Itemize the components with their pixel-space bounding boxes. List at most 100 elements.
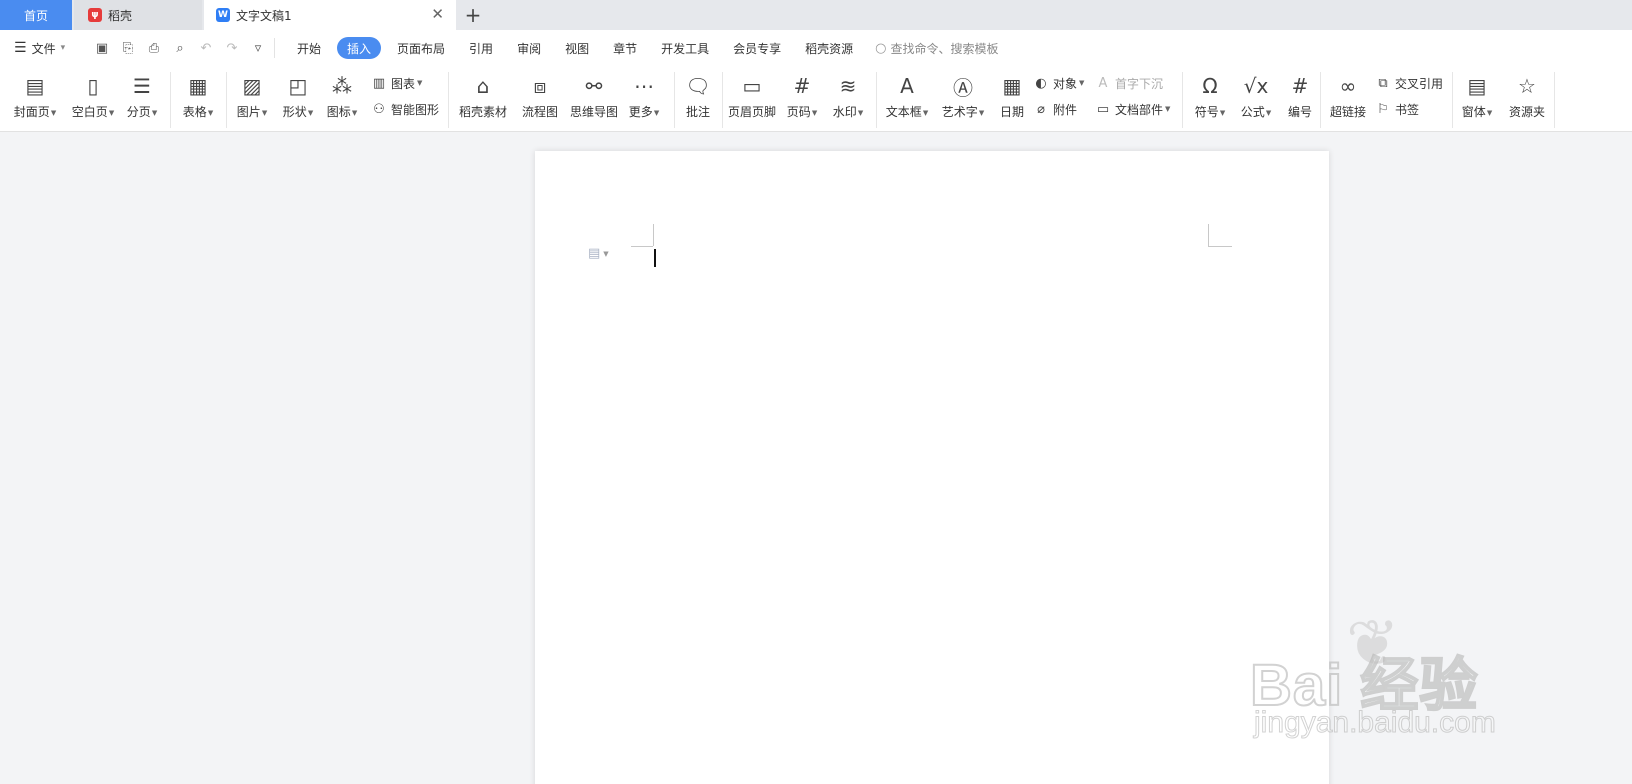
header-footer-button[interactable]: ▭ 页眉页脚: [726, 66, 778, 132]
cover-page-button[interactable]: ▤ 封面页▼: [10, 66, 60, 132]
command-search[interactable]: ○ 查找命令、搜索模板: [875, 40, 998, 57]
menu-item-developer[interactable]: 开发工具: [649, 37, 721, 59]
hamburger-icon: ☰: [14, 40, 27, 56]
page-break-button[interactable]: ☰ 分页▼: [124, 66, 160, 132]
bookmark-label: 书签: [1395, 102, 1420, 117]
document-page[interactable]: ▤ ▼: [535, 151, 1329, 784]
attachment-label: 附件: [1053, 102, 1078, 117]
drop-cap-label: 首字下沉: [1115, 76, 1164, 91]
numbering-button[interactable]: # 编号: [1280, 66, 1320, 132]
mind-map-label: 思维导图: [569, 105, 618, 119]
paragraph-menu-button[interactable]: ▤ ▼: [588, 246, 609, 261]
word-art-label: 艺术字: [941, 105, 978, 119]
blank-page-label: 空白页: [71, 105, 108, 119]
link-icon: ∞: [1339, 74, 1357, 98]
tab-daoke[interactable]: ψ 稻壳: [74, 0, 202, 30]
daoke-material-label: 稻壳素材: [458, 105, 507, 119]
cross-ref-label: 交叉引用: [1395, 76, 1444, 91]
redo-icon[interactable]: ↷: [224, 40, 240, 56]
table-button[interactable]: ▦ 表格▼: [178, 66, 218, 132]
chevron-down-icon: ▾: [60, 43, 66, 53]
writer-logo-icon: W: [216, 8, 230, 22]
icons-button[interactable]: ⁂ 图标▼: [322, 66, 362, 132]
formula-button[interactable]: √x 公式▼: [1236, 66, 1276, 132]
close-icon[interactable]: ✕: [431, 7, 444, 22]
save-icon[interactable]: ▣: [94, 40, 110, 56]
export-pdf-icon[interactable]: ⎘: [120, 40, 136, 56]
tab-home[interactable]: 首页: [0, 0, 72, 30]
drop-cap-icon: A: [1098, 75, 1108, 91]
formula-icon: √x: [1243, 74, 1269, 98]
watermark-button[interactable]: ≋ 水印▼: [828, 66, 868, 132]
file-menu-button[interactable]: ☰ 文件 ▾: [0, 40, 90, 57]
tab-document[interactable]: W 文字文稿1 ✕: [204, 0, 456, 30]
header-footer-label: 页眉页脚: [727, 105, 776, 119]
menu-item-references[interactable]: 引用: [457, 37, 505, 59]
numbering-label: 编号: [1287, 105, 1312, 119]
drop-cap-button[interactable]: A 首字下沉: [1094, 72, 1163, 94]
new-tab-button[interactable]: +: [456, 0, 490, 30]
picture-button[interactable]: ▨ 图片▼: [232, 66, 272, 132]
icons-label: 图标: [326, 105, 351, 119]
menu-item-section[interactable]: 章节: [601, 37, 649, 59]
menu-item-start[interactable]: 开始: [285, 37, 333, 59]
window-form-label: 窗体: [1461, 105, 1486, 119]
bookmark-button[interactable]: ⚐ 书签: [1374, 98, 1419, 120]
insert-ribbon: ▤ 封面页▼ ▯ 空白页▼ ☰ 分页▼ ▦ 表格▼ ▨ 图片▼ ◰ 形状▼ ⁂ …: [0, 66, 1632, 132]
object-label: 对象: [1053, 76, 1078, 91]
icons-icon: ⁂: [332, 74, 352, 98]
word-art-button[interactable]: Ⓐ 艺术字▼: [940, 66, 986, 132]
menu-item-view[interactable]: 视图: [553, 37, 601, 59]
ribbon-separator: [1554, 72, 1555, 128]
menu-item-page-layout[interactable]: 页面布局: [385, 37, 457, 59]
blank-page-button[interactable]: ▯ 空白页▼: [68, 66, 118, 132]
text-box-label: 文本框: [885, 105, 922, 119]
menu-item-daoke-resources[interactable]: 稻壳资源: [793, 37, 865, 59]
tab-bar: 首页 ψ 稻壳 W 文字文稿1 ✕ +: [0, 0, 1632, 30]
ribbon-separator: [170, 72, 171, 128]
margin-mark-top-right: [1208, 224, 1209, 246]
more-button[interactable]: ⋯ 更多▼: [624, 66, 664, 132]
table-icon: ▦: [188, 74, 208, 98]
ribbon-separator: [674, 72, 675, 128]
attachment-button[interactable]: ⌀ 附件: [1032, 98, 1077, 120]
object-button[interactable]: ◐ 对象 ▼: [1032, 72, 1084, 94]
shape-icon: ◰: [288, 74, 308, 98]
symbol-button[interactable]: Ω 符号▼: [1190, 66, 1230, 132]
comment-label: 批注: [685, 105, 710, 119]
undo-icon[interactable]: ↶: [198, 40, 214, 56]
mind-map-button[interactable]: ⚯ 思维导图: [566, 66, 622, 132]
chart-label: 图表: [391, 76, 416, 91]
menu-item-review[interactable]: 审阅: [505, 37, 553, 59]
page-number-label: 页码: [786, 105, 811, 119]
text-box-button[interactable]: A 文本框▼: [884, 66, 930, 132]
daoke-material-button[interactable]: ⌂ 稻壳素材: [454, 66, 512, 132]
page-number-button[interactable]: # 页码▼: [784, 66, 820, 132]
shape-button[interactable]: ◰ 形状▼: [278, 66, 318, 132]
tab-document-label: 文字文稿1: [236, 8, 292, 23]
omega-icon: Ω: [1202, 74, 1218, 98]
menu-item-member[interactable]: 会员专享: [721, 37, 793, 59]
page-break-icon: ☰: [133, 74, 151, 98]
date-button[interactable]: ▦ 日期: [994, 66, 1030, 132]
smart-art-button[interactable]: ⚇ 智能图形: [370, 98, 439, 120]
hyperlink-button[interactable]: ∞ 超链接: [1326, 66, 1370, 132]
resource-folder-button[interactable]: ☆ 资源夹: [1504, 66, 1550, 132]
chart-button[interactable]: ▥ 图表 ▼: [370, 72, 423, 94]
flowchart-button[interactable]: ⧈ 流程图: [518, 66, 562, 132]
customize-toolbar-icon[interactable]: ▿: [250, 40, 266, 56]
doc-parts-button[interactable]: ▭ 文档部件 ▼: [1094, 98, 1171, 120]
window-form-button[interactable]: ▤ 窗体▼: [1456, 66, 1498, 132]
print-icon[interactable]: ⎙: [146, 40, 162, 56]
word-art-icon: Ⓐ: [953, 75, 973, 100]
cross-ref-button[interactable]: ⧉ 交叉引用: [1374, 72, 1443, 94]
watermark-url-text: jingyan.baidu.com: [1254, 706, 1497, 740]
comment-button[interactable]: 🗨 批注: [680, 66, 716, 132]
more-icon: ⋯: [634, 74, 654, 98]
tab-daoke-label: 稻壳: [108, 8, 133, 23]
header-footer-icon: ▭: [742, 74, 762, 98]
print-preview-icon[interactable]: ⌕: [172, 40, 188, 56]
form-icon: ▤: [1467, 74, 1487, 98]
menu-item-insert[interactable]: 插入: [337, 37, 382, 59]
paperclip-icon: ⌀: [1037, 101, 1045, 117]
